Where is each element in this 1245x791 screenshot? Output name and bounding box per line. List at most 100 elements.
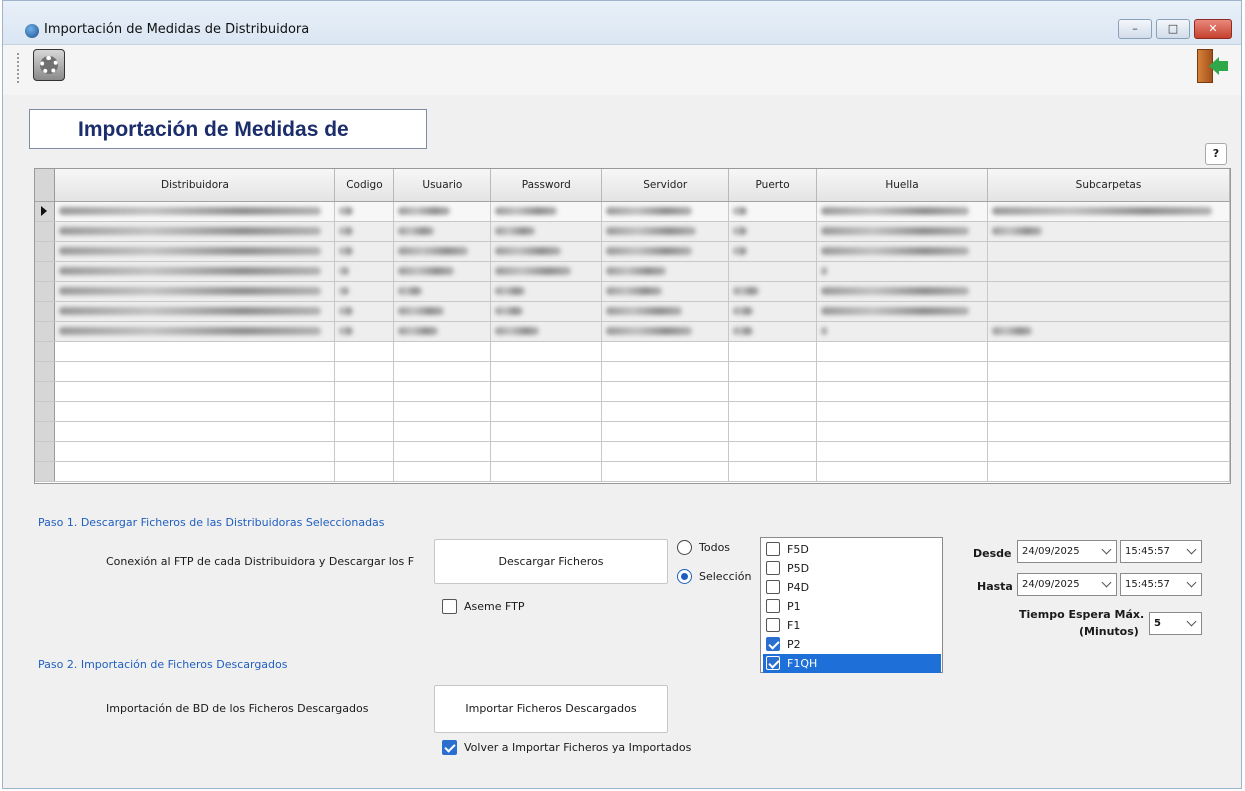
redacted-cell[interactable]: [334, 301, 395, 322]
redacted-cell[interactable]: [490, 221, 603, 242]
redacted-cell[interactable]: [601, 301, 730, 322]
redacted-cell[interactable]: [490, 241, 603, 262]
file-types-listbox[interactable]: F5D P5D P4D P1 F1 P2 F1QH: [760, 537, 943, 673]
redacted-cell[interactable]: [393, 261, 492, 282]
list-item-f1[interactable]: F1: [763, 616, 941, 635]
redacted-cell[interactable]: [54, 281, 336, 302]
redacted-cell[interactable]: [816, 301, 988, 322]
list-item-f5d[interactable]: F5D: [763, 540, 941, 559]
redacted-cell[interactable]: [393, 321, 492, 342]
list-item-f1qh[interactable]: F1QH: [763, 654, 941, 673]
redacted-cell[interactable]: [601, 261, 730, 282]
col-header-password[interactable]: Password: [490, 169, 603, 202]
redacted-cell[interactable]: [601, 321, 730, 342]
redacted-cell[interactable]: [816, 241, 988, 262]
redacted-cell[interactable]: [601, 221, 730, 242]
redacted-cell[interactable]: [728, 281, 818, 302]
redacted-cell[interactable]: [728, 321, 818, 342]
redacted-cell[interactable]: [393, 241, 492, 262]
redacted-cell[interactable]: [393, 221, 492, 242]
table-row[interactable]: [35, 241, 1230, 262]
redacted-cell[interactable]: [54, 321, 336, 342]
download-files-button[interactable]: Descargar Ficheros: [434, 539, 668, 584]
redacted-cell[interactable]: [728, 241, 818, 262]
redacted-cell[interactable]: [393, 281, 492, 302]
desde-date-picker[interactable]: 24/09/2025: [1017, 540, 1117, 563]
redacted-cell[interactable]: [987, 321, 1230, 342]
f1qh-checkbox[interactable]: [766, 656, 780, 670]
redacted-cell[interactable]: [490, 321, 603, 342]
redacted-cell[interactable]: [816, 321, 988, 342]
redacted-cell[interactable]: [334, 321, 395, 342]
p1-checkbox[interactable]: [766, 599, 780, 613]
table-row[interactable]: [35, 341, 1230, 362]
table-row[interactable]: [35, 401, 1230, 422]
help-button[interactable]: ?: [1205, 143, 1227, 165]
exit-button[interactable]: [1195, 47, 1229, 85]
col-header-subcarpetas[interactable]: Subcarpetas: [987, 169, 1230, 202]
list-item-p1[interactable]: P1: [763, 597, 941, 616]
col-header-servidor[interactable]: Servidor: [601, 169, 730, 202]
radio-seleccion[interactable]: [677, 569, 692, 584]
redacted-cell[interactable]: [987, 201, 1230, 222]
p2-checkbox[interactable]: [766, 637, 780, 651]
col-header-huella[interactable]: Huella: [816, 169, 988, 202]
redacted-cell[interactable]: [816, 261, 988, 282]
hasta-date-picker[interactable]: 24/09/2025: [1017, 573, 1117, 596]
redacted-cell[interactable]: [728, 301, 818, 322]
redacted-cell[interactable]: [334, 241, 395, 262]
table-row[interactable]: [35, 441, 1230, 462]
redacted-cell[interactable]: [334, 261, 395, 282]
redacted-cell[interactable]: [490, 201, 603, 222]
redacted-cell[interactable]: [490, 301, 603, 322]
desde-time-picker[interactable]: 15:45:57: [1120, 540, 1202, 563]
redacted-cell[interactable]: [334, 221, 395, 242]
list-item-p4d[interactable]: P4D: [763, 578, 941, 597]
maximize-button[interactable]: □: [1156, 19, 1190, 39]
table-row[interactable]: [35, 221, 1230, 242]
col-header-puerto[interactable]: Puerto: [728, 169, 818, 202]
aseme-ftp-checkbox[interactable]: [442, 599, 457, 614]
redacted-cell[interactable]: [987, 221, 1230, 242]
redacted-cell[interactable]: [601, 281, 730, 302]
redacted-cell[interactable]: [393, 301, 492, 322]
close-button[interactable]: ✕: [1194, 19, 1232, 39]
redacted-cell[interactable]: [54, 201, 336, 222]
list-item-p5d[interactable]: P5D: [763, 559, 941, 578]
f5d-checkbox[interactable]: [766, 542, 780, 556]
col-header-distribuidora[interactable]: Distribuidora: [54, 169, 336, 202]
espera-minutes-select[interactable]: 5: [1149, 612, 1202, 635]
redacted-cell[interactable]: [54, 301, 336, 322]
redacted-cell[interactable]: [490, 281, 603, 302]
redacted-cell[interactable]: [601, 201, 730, 222]
redacted-cell[interactable]: [816, 221, 988, 242]
table-row[interactable]: [35, 461, 1230, 482]
import-files-button[interactable]: Importar Ficheros Descargados: [434, 685, 668, 733]
redacted-cell[interactable]: [728, 201, 818, 222]
redacted-cell[interactable]: [393, 201, 492, 222]
table-row[interactable]: [35, 281, 1230, 302]
list-item-p2[interactable]: P2: [763, 635, 941, 654]
radio-todos[interactable]: [677, 540, 692, 555]
col-header-codigo[interactable]: Codigo: [334, 169, 395, 202]
reimport-checkbox[interactable]: [442, 740, 457, 755]
p4d-checkbox[interactable]: [766, 580, 780, 594]
redacted-cell[interactable]: [334, 281, 395, 302]
minimize-button[interactable]: –: [1118, 19, 1152, 39]
redacted-cell[interactable]: [816, 281, 988, 302]
redacted-cell[interactable]: [490, 261, 603, 282]
redacted-cell[interactable]: [54, 241, 336, 262]
table-row[interactable]: [35, 301, 1230, 322]
redacted-cell[interactable]: [334, 201, 395, 222]
p5d-checkbox[interactable]: [766, 561, 780, 575]
col-header-usuario[interactable]: Usuario: [393, 169, 492, 202]
settings-button[interactable]: [33, 49, 65, 81]
table-row[interactable]: [35, 421, 1230, 442]
table-row[interactable]: [35, 321, 1230, 342]
redacted-cell[interactable]: [816, 201, 988, 222]
redacted-cell[interactable]: [728, 221, 818, 242]
table-row[interactable]: [35, 381, 1230, 402]
f1-checkbox[interactable]: [766, 618, 780, 632]
table-row[interactable]: [35, 261, 1230, 282]
table-row[interactable]: [35, 201, 1230, 222]
